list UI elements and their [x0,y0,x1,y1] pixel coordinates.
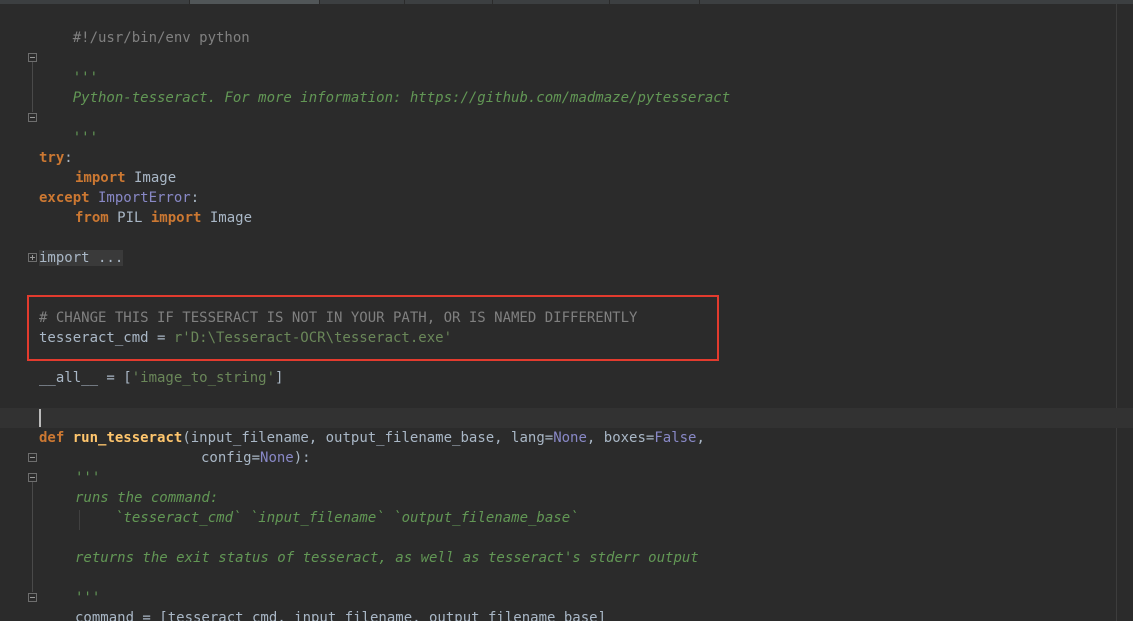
all-assignment: __all__ = [ [39,370,132,386]
shebang-text: #!/usr/bin/env python [72,30,250,46]
builtin-importerror: ImportError [89,190,191,206]
editor-tab[interactable] [493,0,610,4]
bracket-close: ] [275,370,284,386]
docstring-quote: ''' [75,590,101,606]
indent-guide [79,510,80,530]
docstring-quote: ''' [75,470,101,486]
module-image: Image [201,210,253,226]
docstring-quote: ''' [72,130,99,146]
import-image-line[interactable]: import Image [75,168,176,188]
keyword-def: def [39,430,65,446]
params-text: , [696,430,705,446]
right-margin-guide [1116,4,1117,621]
folded-import-block[interactable]: import ... [39,250,124,266]
annotation-highlight-box [27,295,719,361]
params-text: config= [201,450,261,466]
docstring-text-line[interactable]: Python-tesseract. For more information: … [39,68,730,106]
colon: : [64,150,73,166]
command-line[interactable]: command = [tesseract_cmd, input_filename… [75,608,606,621]
docstring-text: returns the exit status of tesseract, as… [75,550,699,566]
keyword-try: try [39,150,65,166]
keyword-import: import [75,170,126,186]
function-name: run_tesseract [64,430,183,446]
fold-expand-icon[interactable] [28,253,37,262]
editor-tab[interactable] [0,0,190,4]
keyword-except: except [39,190,90,206]
module-pil: PIL [108,210,151,226]
editor-tab-active[interactable] [190,0,320,4]
func-docstring-args[interactable]: `tesseract_cmd` `input_filename` `output… [115,508,579,528]
const-none: None [553,430,587,446]
fold-collapse-icon[interactable] [28,453,37,462]
def-continuation-line[interactable]: config=None): [201,448,311,468]
def-line[interactable]: def run_tesseract(input_filename, output… [39,428,705,448]
keyword-from: from [75,210,109,226]
docstring-open-line[interactable]: ''' [39,48,98,86]
params-text: ): [293,450,311,466]
func-docstring-close[interactable]: ''' [75,588,100,608]
shebang-line[interactable]: #!/usr/bin/env python [39,8,250,46]
params-text: , boxes= [586,430,655,446]
module-image: Image [125,170,177,186]
editor-tab[interactable] [610,0,700,4]
string-image-to-string: 'image_to_string' [131,370,276,386]
fold-end-icon[interactable] [28,113,37,122]
editor-tab[interactable] [320,0,405,4]
fold-collapse-icon[interactable] [28,53,37,62]
current-line-highlight [0,408,1133,428]
docstring-text: Python-tesseract. For more information: … [72,90,731,106]
command-assignment: command = [tesseract_cmd, input_filename… [75,610,607,621]
code-editor[interactable]: #!/usr/bin/env python ''' Python-tessera… [0,0,1133,621]
fold-end-icon[interactable] [28,593,37,602]
except-line[interactable]: except ImportError: [39,188,199,208]
try-line[interactable]: try: [39,148,73,168]
docstring-close-line[interactable]: ''' [39,108,98,146]
keyword-import: import [150,210,202,226]
fold-guide [32,62,33,112]
colon: : [190,190,200,206]
params-text: (input_filename, output_filename_base, l… [182,430,554,446]
folded-import-line[interactable]: import ... [39,248,124,268]
func-docstring-open[interactable]: ''' [75,468,100,488]
fold-guide [32,482,33,592]
const-false: False [654,430,697,446]
func-docstring-returns[interactable]: returns the exit status of tesseract, as… [75,548,699,568]
func-docstring-runs[interactable]: runs the command: [75,488,218,508]
docstring-text: runs the command: [75,490,219,506]
const-none: None [260,450,294,466]
fold-collapse-icon[interactable] [28,473,37,482]
text-caret [39,409,41,427]
from-pil-line[interactable]: from PIL import Image [75,208,252,228]
editor-tab[interactable] [405,0,493,4]
all-line[interactable]: __all__ = ['image_to_string'] [39,368,283,388]
editor-tab-strip[interactable] [0,0,1133,4]
docstring-text: `tesseract_cmd` `input_filename` `output… [115,510,579,526]
